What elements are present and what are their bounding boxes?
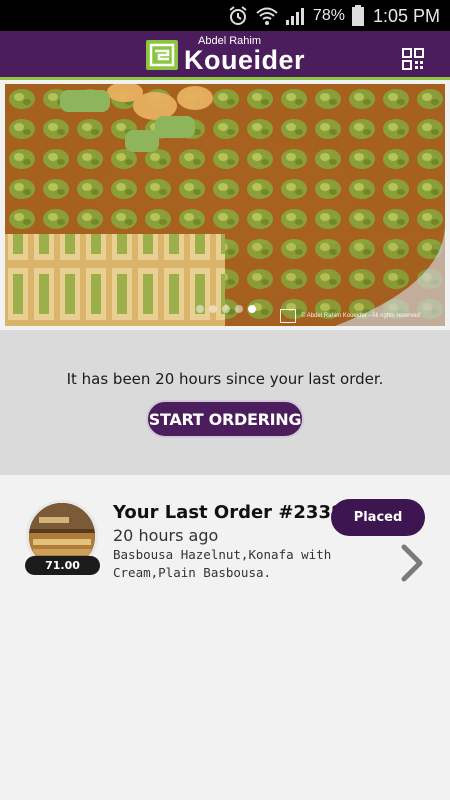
- image-credit-text: © Abdel Rahim Koueider - All rights rese…: [301, 313, 420, 319]
- carousel-dot-2[interactable]: [209, 305, 217, 313]
- order-price-badge: 71.00: [25, 556, 100, 575]
- signal-icon: [285, 8, 304, 25]
- carousel-dots: [196, 305, 256, 313]
- brand-logo[interactable]: Abdel Rahim Koueider: [146, 36, 305, 74]
- since-last-order-text: It has been 20 hours since your last ord…: [66, 370, 384, 388]
- logo-mark-icon: [146, 40, 178, 70]
- mini-logo-icon: [280, 309, 296, 323]
- wifi-icon: [256, 7, 278, 25]
- reorder-panel: It has been 20 hours since your last ord…: [0, 330, 450, 475]
- order-status-badge: Placed: [331, 499, 425, 536]
- logo-big-text: Koueider: [184, 45, 306, 75]
- battery-percent: 78%: [312, 7, 345, 24]
- carousel-dot-4[interactable]: [235, 305, 243, 313]
- pastry-tray-image: [5, 84, 445, 326]
- battery-icon: [351, 5, 364, 26]
- qr-code-icon[interactable]: [402, 48, 424, 70]
- order-time-ago: 20 hours ago: [113, 526, 219, 545]
- carousel-dot-1[interactable]: [196, 305, 204, 313]
- last-order-card[interactable]: 71.00 Your Last Order #23386 20 hours ag…: [0, 475, 450, 800]
- image-credit: © Abdel Rahim Koueider - All rights rese…: [280, 309, 420, 323]
- start-ordering-button[interactable]: START ORDERING: [146, 400, 304, 438]
- status-icons: 78% 1:05 PM: [227, 4, 440, 28]
- app-header: Abdel Rahim Koueider: [0, 31, 450, 80]
- chevron-right-icon[interactable]: [398, 543, 426, 583]
- carousel-dot-5[interactable]: [248, 305, 256, 313]
- logo-text: Abdel Rahim Koueider: [184, 36, 305, 74]
- clock: 1:05 PM: [372, 5, 440, 26]
- hero-carousel[interactable]: © Abdel Rahim Koueider - All rights rese…: [5, 84, 445, 326]
- order-title: Your Last Order #23386: [113, 502, 357, 523]
- status-bar: 78% 1:05 PM: [0, 0, 450, 31]
- order-items: Basbousa Hazelnut,Konafa with Cream,Plai…: [113, 547, 332, 580]
- alarm-icon: [229, 6, 247, 25]
- carousel-dot-3[interactable]: [222, 305, 230, 313]
